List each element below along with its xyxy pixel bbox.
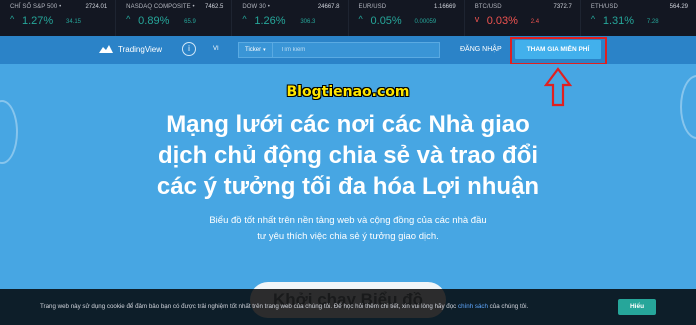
logo-text: TradingView (118, 44, 163, 54)
arrow-down-icon: v (474, 14, 480, 24)
policy-link[interactable]: chính sách (458, 303, 488, 310)
ticker-change: 306.3 (300, 19, 316, 25)
ticker-name: NASDAQ COMPOSITE • (126, 4, 195, 10)
ticker-item[interactable]: EUR/USD 1.16669 ^ 0.05% 0.00059 (349, 0, 465, 36)
ticker-percent: 0.89% (138, 15, 170, 27)
search-type-dropdown[interactable]: Ticker ▾ (239, 43, 273, 57)
ticker-change: 65.9 (184, 19, 196, 25)
ticker-value: 7462.5 (204, 4, 224, 10)
cookie-message: Trang web này sử dụng cookie để đảm bảo … (40, 303, 528, 310)
ticker-value: 1.16669 (433, 4, 456, 10)
ticker-value: 24667.8 (317, 4, 340, 10)
ticker-change: 0.00059 (414, 19, 437, 25)
watermark: Blogtienao.com (286, 84, 410, 100)
subtitle-line: Biểu đồ tốt nhất trên nền tảng web và cộ… (209, 215, 487, 226)
subtitle-line: tư yêu thích việc chia sẻ ý tưởng giao d… (257, 231, 439, 242)
headline-line: Mạng lưới các nơi các Nhà giao (166, 111, 530, 138)
cookie-text-end: của chúng tôi. (489, 303, 529, 310)
ticker-name: DOW 30 • (242, 4, 270, 10)
language-selector[interactable]: VI (213, 46, 219, 52)
ticker-value: 7372.7 (553, 4, 572, 10)
arrow-up-icon: ^ (242, 14, 247, 24)
hero-headline: Mạng lưới các nơi các Nhà giao dịch chủ … (0, 109, 696, 202)
ticker-percent: 1.26% (254, 15, 286, 27)
ticker-change: 7.28 (646, 19, 659, 25)
headline-line: dịch chủ động chia sẻ và trao đổi (157, 142, 539, 169)
cookie-banner: Trang web này sử dụng cookie để đảm bảo … (0, 289, 696, 325)
search-type-label: Ticker (245, 47, 262, 53)
ticker-item[interactable]: CHỈ SỐ S&P 500 • 2724.01 ^ 1.27% 34.15 (0, 0, 117, 36)
ticker-percent: 0.03% (486, 15, 518, 27)
headline-line: các ý tưởng tối đa hóa Lợi nhuận (156, 173, 540, 200)
cloud-logo-icon (99, 45, 113, 53)
accept-cookie-button[interactable]: Hiểu (618, 299, 656, 315)
ticker-strip: CHỈ SỐ S&P 500 • 2724.01 ^ 1.27% 34.15 N… (0, 0, 696, 36)
ticker-item[interactable]: NASDAQ COMPOSITE • 7462.5 ^ 0.89% 65.9 (116, 0, 233, 36)
info-icon[interactable]: i (182, 42, 196, 56)
search-box: Ticker ▾ (238, 42, 440, 58)
ticker-value: 2724.01 (85, 4, 108, 10)
tradingview-logo[interactable]: TradingView (98, 44, 162, 54)
ticker-percent: 1.27% (22, 15, 54, 27)
arrow-up-icon: ^ (10, 14, 15, 24)
chevron-down-icon: ▾ (263, 47, 266, 53)
ticker-item[interactable]: ETH/USD 564.29 ^ 1.31% 7.28 (581, 0, 696, 36)
ticker-name: ETH/USD (590, 4, 618, 10)
ticker-percent: 0.05% (370, 15, 402, 27)
ticker-change: 2.4 (530, 19, 540, 25)
arrow-up-icon: ^ (358, 14, 363, 24)
ticker-percent: 1.31% (602, 15, 635, 27)
ticker-name: EUR/USD (358, 4, 387, 10)
arrow-up-icon: ^ (126, 14, 131, 24)
search-input[interactable] (278, 46, 423, 54)
signup-button[interactable]: THAM GIA MIỄN PHÍ (515, 40, 601, 59)
ticker-change: 34.15 (66, 19, 82, 25)
ticker-value: 564.29 (669, 4, 689, 10)
ticker-name: CHỈ SỐ S&P 500 • (10, 4, 62, 10)
ticker-item[interactable]: DOW 30 • 24667.8 ^ 1.26% 306.3 (232, 0, 349, 36)
ticker-item[interactable]: BTC/USD 7372.7 v 0.03% 2.4 (465, 0, 581, 36)
hero-subtitle: Biểu đồ tốt nhất trên nền tảng web và cộ… (0, 213, 696, 245)
cookie-text: Trang web này sử dụng cookie để đảm bảo … (40, 303, 457, 310)
arrow-up-icon: ^ (590, 14, 596, 24)
login-link[interactable]: ĐĂNG NHẬP (460, 46, 502, 53)
ticker-name: BTC/USD (474, 4, 502, 10)
